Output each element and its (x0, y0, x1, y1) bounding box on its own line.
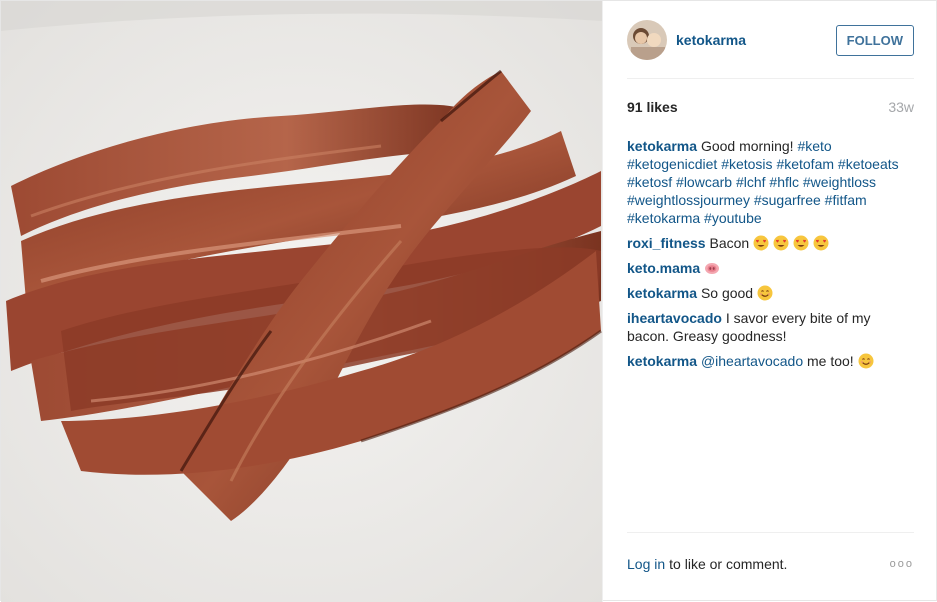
hashtag[interactable]: #ketogenicdiet (627, 156, 717, 172)
comment-user[interactable]: keto.mama (627, 260, 700, 276)
hashtag[interactable]: #ketoeats (838, 156, 899, 172)
comment: ketokarma So good (627, 284, 914, 302)
comment: ketokarma @iheartavocado me too! (627, 352, 914, 370)
hashtag[interactable]: #sugarfree (754, 192, 821, 208)
login-link[interactable]: Log in (627, 556, 665, 572)
hashtag[interactable]: #ketokarma (627, 210, 700, 226)
caption-text: Good morning! (700, 138, 794, 154)
likes-row: 91 likes 33w (627, 99, 914, 115)
caption-user[interactable]: ketokarma (627, 138, 697, 154)
hashtag[interactable]: #ketosf (627, 174, 672, 190)
post-photo[interactable] (1, 1, 602, 602)
comment-text: So good (700, 285, 754, 301)
hashtag[interactable]: #keto (797, 138, 831, 154)
comment: keto.mama (627, 259, 914, 277)
avatar-photo-icon (627, 20, 667, 60)
comment-mention[interactable]: @iheartavocado (701, 353, 803, 369)
caption: ketokarma Good morning! #keto #ketogenic… (627, 137, 914, 227)
login-prompt: to like or comment. (669, 556, 788, 572)
post-username[interactable]: ketokarma (676, 32, 746, 48)
comment-user[interactable]: iheartavocado (627, 310, 722, 326)
hashtag[interactable]: #fitfam (825, 192, 867, 208)
post-footer: Log in to like or comment. ooo (627, 556, 914, 572)
hashtag[interactable]: #weightlossjourmey (627, 192, 750, 208)
hashtag[interactable]: #weightloss (803, 174, 876, 190)
smile-emoji-icon (757, 285, 773, 301)
pig-nose-emoji-icon (705, 263, 720, 274)
comment: roxi_fitness Bacon (627, 234, 914, 252)
heart-eyes-emoji-icon (773, 235, 789, 251)
heart-eyes-emoji-icon (813, 235, 829, 251)
instagram-post: ketokarma FOLLOW 91 likes 33w ketokarma … (0, 0, 937, 602)
avatar[interactable] (627, 20, 667, 60)
hashtag[interactable]: #ketofam (776, 156, 834, 172)
post-age[interactable]: 33w (888, 99, 914, 115)
comment-text: me too! (807, 353, 854, 369)
post-sidebar: ketokarma FOLLOW 91 likes 33w ketokarma … (602, 1, 937, 602)
bacon-photo (1, 1, 602, 602)
hashtag[interactable]: #lowcarb (676, 174, 732, 190)
comment-user[interactable]: ketokarma (627, 353, 697, 369)
comment-user[interactable]: ketokarma (627, 285, 697, 301)
more-options-icon[interactable]: ooo (890, 558, 914, 570)
hashtag[interactable]: #hflc (769, 174, 799, 190)
heart-eyes-emoji-icon (793, 235, 809, 251)
hashtag[interactable]: #youtube (704, 210, 762, 226)
comment-text: Bacon (709, 235, 750, 251)
likes-count[interactable]: 91 likes (627, 99, 678, 115)
comment-user[interactable]: roxi_fitness (627, 235, 706, 251)
smile-emoji-icon (858, 353, 874, 369)
hashtag[interactable]: #ketosis (721, 156, 772, 172)
comment: iheartavocado I savor every bite of my b… (627, 309, 914, 345)
hashtag[interactable]: #lchf (736, 174, 766, 190)
footer-divider (627, 532, 914, 533)
comments-list: ketokarma Good morning! #keto #ketogenic… (627, 137, 914, 377)
follow-button[interactable]: FOLLOW (835, 24, 914, 56)
heart-eyes-emoji-icon (753, 235, 769, 251)
post-header: ketokarma FOLLOW (627, 19, 914, 61)
header-divider (627, 78, 914, 79)
